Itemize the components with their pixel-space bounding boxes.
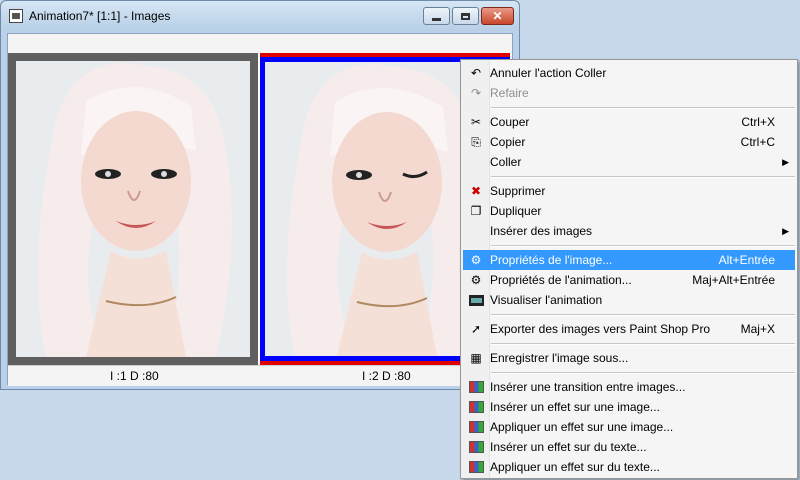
frames-header-strip	[8, 34, 512, 54]
menu-item-insert-images[interactable]: Insérer des images ▶	[463, 221, 795, 241]
menu-item-shortcut: Maj+Alt+Entrée	[692, 273, 775, 287]
maximize-button[interactable]	[452, 7, 479, 25]
menu-separator	[491, 176, 795, 178]
menu-item-label: Propriétés de l'image...	[490, 253, 613, 267]
menu-item-view-animation[interactable]: Visualiser l'animation	[463, 290, 795, 310]
menu-item-label: Refaire	[490, 86, 529, 100]
insert-images-icon	[468, 223, 484, 239]
menu-item-label: Insérer une transition entre images...	[490, 380, 686, 394]
title-bar[interactable]: Animation7* [1:1] - Images ✕	[1, 1, 519, 31]
apply-text-effect-icon	[468, 459, 484, 475]
close-button[interactable]: ✕	[481, 7, 514, 25]
menu-item-animation-properties[interactable]: ⚙ Propriétés de l'animation... Maj+Alt+E…	[463, 270, 795, 290]
menu-separator	[491, 107, 795, 109]
animation-properties-icon: ⚙	[470, 273, 482, 287]
animation-window: Animation7* [1:1] - Images ✕ I:1 D:80 …	[0, 0, 520, 390]
duplicate-icon: ❐	[470, 204, 482, 218]
menu-item-insert-transition[interactable]: Insérer une transition entre images...	[463, 377, 795, 397]
menu-item-cut[interactable]: ✂ Couper Ctrl+X	[463, 112, 795, 132]
redo-icon: ↷	[470, 86, 482, 100]
menu-item-label: Coller	[490, 155, 522, 169]
menu-item-frame-properties[interactable]: ⚙ Propriétés de l'image... Alt+Entrée	[463, 250, 795, 270]
menu-item-label: Annuler l'action Coller	[490, 66, 607, 80]
menu-item-paste[interactable]: Coller ▶	[463, 152, 795, 172]
frames-panel: I :1 D :80 I :2 D :80	[7, 33, 513, 386]
menu-item-undo[interactable]: ↶ Annuler l'action Coller	[463, 63, 795, 83]
window-title: Animation7* [1:1] - Images	[29, 9, 171, 23]
menu-item-insert-text-effect[interactable]: Insérer un effet sur du texte...	[463, 437, 795, 457]
menu-item-label: Enregistrer l'image sous...	[490, 351, 629, 365]
frame-1-info: I :1 D :80	[110, 369, 159, 383]
submenu-arrow-icon: ▶	[782, 225, 789, 236]
submenu-arrow-icon: ▶	[782, 156, 789, 167]
undo-icon: ↶	[470, 66, 482, 80]
delete-icon: ✖	[470, 184, 482, 198]
menu-item-shortcut: Ctrl+X	[741, 115, 775, 129]
insert-text-effect-icon	[468, 439, 484, 455]
menu-item-label: Dupliquer	[490, 204, 542, 218]
view-animation-icon	[468, 292, 484, 308]
menu-item-label: Insérer un effet sur une image...	[490, 400, 660, 414]
save-frame-icon: ▦	[470, 351, 482, 365]
menu-item-shortcut: Alt+Entrée	[718, 253, 775, 267]
menu-item-label: Appliquer un effet sur une image...	[490, 420, 674, 434]
frame-1[interactable]	[8, 53, 258, 365]
minimize-icon	[432, 17, 441, 21]
menu-item-insert-image-effect[interactable]: Insérer un effet sur une image...	[463, 397, 795, 417]
menu-item-shortcut: Ctrl+C	[740, 135, 775, 149]
menu-separator	[491, 314, 795, 316]
app-icon[interactable]	[9, 9, 23, 23]
menu-separator	[491, 372, 795, 374]
menu-item-copy[interactable]: ⎘ Copier Ctrl+C	[463, 132, 795, 152]
close-icon: ✕	[492, 9, 503, 23]
copy-icon: ⎘	[471, 134, 481, 149]
menu-item-export-to-psp[interactable]: ➚ Exporter des images vers Paint Shop Pr…	[463, 319, 795, 339]
frames-area	[8, 53, 512, 365]
menu-item-label: Couper	[490, 115, 530, 129]
insert-image-effect-icon	[468, 399, 484, 415]
menu-separator	[491, 343, 795, 345]
menu-item-save-frame-as[interactable]: ▦ Enregistrer l'image sous...	[463, 348, 795, 368]
frame-1-image	[16, 61, 250, 357]
menu-item-apply-image-effect[interactable]: Appliquer un effet sur une image...	[463, 417, 795, 437]
menu-item-label: Appliquer un effet sur du texte...	[490, 460, 660, 474]
menu-item-label: Exporter des images vers Paint Shop Pro	[490, 322, 711, 336]
menu-item-redo[interactable]: ↷ Refaire	[463, 83, 795, 103]
menu-item-label: Supprimer	[490, 184, 546, 198]
menu-item-duplicate[interactable]: ❐ Dupliquer	[463, 201, 795, 221]
menu-item-label: Insérer des images	[490, 224, 593, 238]
menu-item-apply-text-effect[interactable]: Appliquer un effet sur du texte...	[463, 457, 795, 477]
menu-item-label: Insérer un effet sur du texte...	[490, 440, 647, 454]
export-icon: ➚	[470, 322, 482, 336]
minimize-button[interactable]	[423, 7, 450, 25]
menu-item-label: Copier	[490, 135, 526, 149]
frame-info-row: I :1 D :80 I :2 D :80	[8, 365, 512, 386]
frame-2-info: I :2 D :80	[362, 369, 411, 383]
maximize-icon	[461, 12, 470, 20]
paste-icon	[468, 154, 484, 170]
frame-properties-icon: ⚙	[470, 253, 482, 267]
menu-item-delete[interactable]: ✖ Supprimer	[463, 181, 795, 201]
apply-image-effect-icon	[468, 419, 484, 435]
portrait-illustration-1	[16, 61, 250, 357]
menu-item-label: Propriétés de l'animation...	[490, 273, 632, 287]
menu-item-label: Visualiser l'animation	[490, 293, 603, 307]
transition-icon	[468, 379, 484, 395]
scissors-icon: ✂	[470, 115, 482, 129]
menu-item-shortcut: Maj+X	[740, 322, 775, 336]
menu-separator	[491, 245, 795, 247]
context-menu: ↶ Annuler l'action Coller ↷ Refaire ✂ Co…	[460, 59, 798, 479]
